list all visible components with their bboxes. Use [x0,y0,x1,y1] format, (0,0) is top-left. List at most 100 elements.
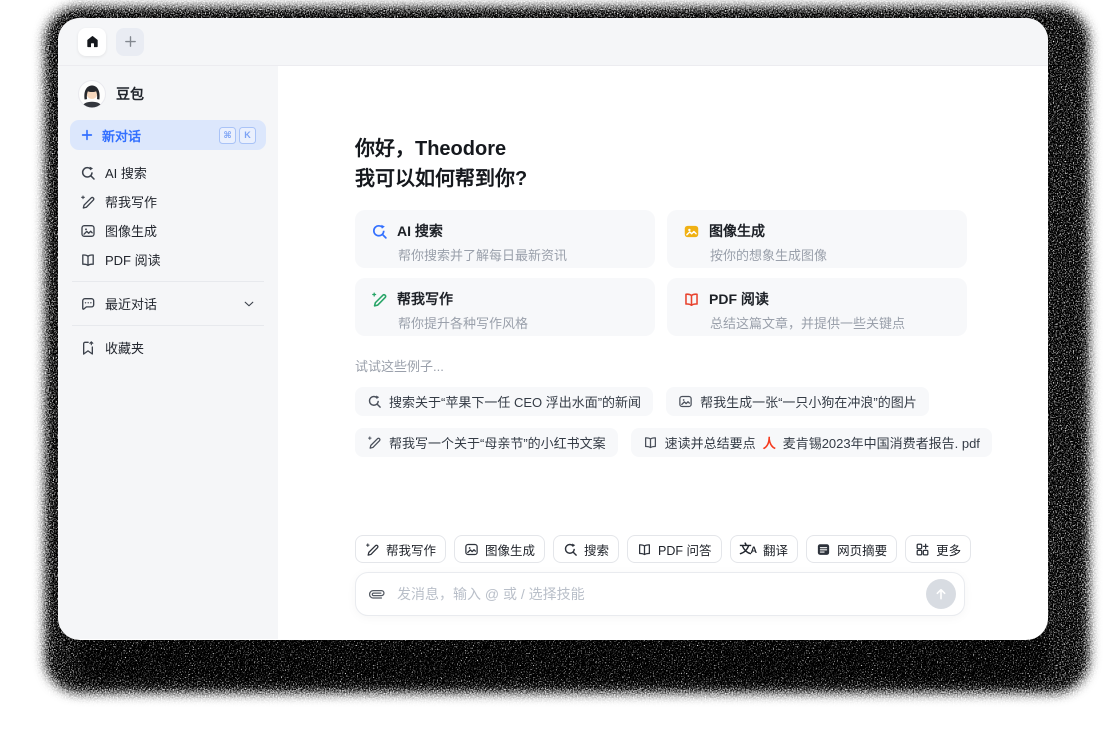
greeting-line1: 你好，Theodore [355,138,507,160]
example-text: 搜索关于“苹果下一任 CEO 浮出水面”的新闻 [389,395,642,410]
example-attachment: 麦肯锡2023年中国消费者报告. pdf [782,436,980,451]
search-icon [367,394,382,409]
example-text: 帮我生成一张“一只小狗在冲浪”的图片 [700,395,917,410]
more-apps-icon [915,542,930,557]
skill-more[interactable]: 更多 [905,535,972,563]
image-icon [80,223,96,239]
feature-cards: AI 搜索 帮你搜索并了解每日最新资讯 图像生成 按你的想象生成图像 帮我写作 … [355,210,967,336]
cmd-key-badge: ⌘ [219,126,236,144]
sidebar-item-label: 收藏夹 [105,341,145,356]
sidebar-item-label: PDF 阅读 [105,253,161,268]
card-title: AI 搜索 [397,223,443,239]
tab-bar [58,18,1048,66]
card-ai-search[interactable]: AI 搜索 帮你搜索并了解每日最新资讯 [355,210,655,268]
skill-label: 更多 [936,543,962,558]
card-writing[interactable]: 帮我写作 帮你提升各种写作风格 [355,278,655,336]
pen-icon [365,542,380,557]
card-pdf-reading[interactable]: PDF 阅读 总结这篇文章，并提供一些关键点 [667,278,967,336]
greeting-line2: 我可以如何帮到你? [355,168,528,190]
card-image-gen[interactable]: 图像生成 按你的想象生成图像 [667,210,967,268]
skill-translate[interactable]: 文A 翻译 [729,535,799,563]
sidebar-item-recent[interactable]: 最近对话 [70,289,266,318]
card-desc: 按你的想象生成图像 [710,248,828,263]
sidebar-item-writing[interactable]: 帮我写作 [70,187,266,216]
profile[interactable]: 豆包 [70,76,266,120]
new-tab-button[interactable] [116,27,144,56]
plus-icon [80,128,94,142]
chevron-down-icon[interactable] [242,297,256,311]
main-area: 你好，Theodore 我可以如何帮到你? AI 搜索 帮你搜索并了解每日最新资… [278,66,1048,639]
sidebar-item-image-gen[interactable]: 图像生成 [70,216,266,245]
examples-label: 试试这些例子... [355,359,444,374]
card-title: 图像生成 [709,223,765,239]
avatar [78,80,106,108]
pen-icon [80,194,96,210]
k-key-badge: K [239,126,256,144]
skill-label: 帮我写作 [386,543,437,558]
sidebar-item-label: 最近对话 [105,297,158,312]
translate-icon: 文A [739,542,758,556]
send-button[interactable] [926,579,956,609]
sidebar-item-pdf[interactable]: PDF 阅读 [70,245,266,274]
image-icon [678,394,693,409]
home-tab[interactable] [78,27,106,56]
skill-label: 图像生成 [485,543,536,558]
book-icon [683,291,700,308]
sidebar-item-favorites[interactable]: 收藏夹 [70,333,266,362]
card-desc: 帮你提升各种写作风格 [398,316,529,331]
example-chip-image[interactable]: 帮我生成一张“一只小狗在冲浪”的图片 [666,387,929,416]
example-text: 速读并总结要点 [664,436,756,451]
example-text: 帮我写一个关于“母亲节”的小红书文案 [389,436,606,451]
search-icon [563,542,578,557]
home-icon [85,34,100,49]
example-chip-pdf[interactable]: 速读并总结要点 人 麦肯锡2023年中国消费者报告. pdf [630,428,992,457]
example-row-2: 帮我写一个关于“母亲节”的小红书文案 速读并总结要点 人 麦肯锡2023年中国消… [355,428,992,457]
skill-label: 搜索 [584,543,610,558]
skill-search[interactable]: 搜索 [553,535,620,563]
arrow-up-icon [933,586,949,602]
sidebar: 豆包 新对话 ⌘ K AI 搜索 帮我写作 图像生成 PDF 阅读 最近对话 收… [58,66,278,639]
image-icon [464,542,479,557]
sidebar-divider [72,281,264,282]
example-row-1: 搜索关于“苹果下一任 CEO 浮出水面”的新闻 帮我生成一张“一只小狗在冲浪”的… [355,387,967,416]
card-title: 帮我写作 [397,291,453,307]
image-icon [683,223,700,240]
new-chat-button[interactable]: 新对话 ⌘ K [70,120,266,150]
message-input-bar [355,572,965,616]
skill-label: PDF 问答 [658,543,712,558]
skill-web-summary[interactable]: 网页摘要 [806,535,898,563]
composer: 帮我写作 图像生成 搜索 PDF 问答 文 A 翻译 网页摘要 更多 发消息，输… [355,535,972,639]
pen-icon [371,291,388,308]
sidebar-item-label: AI 搜索 [105,166,147,181]
search-icon [371,223,388,240]
card-desc: 总结这篇文章，并提供一些关键点 [710,316,906,331]
search-icon [80,165,96,181]
sidebar-item-label: 帮我写作 [105,195,158,210]
skill-writing[interactable]: 帮我写作 [355,535,447,563]
book-icon [637,542,652,557]
sidebar-divider [72,325,264,326]
pen-icon [367,435,382,450]
card-title: PDF 阅读 [709,291,769,307]
profile-name: 豆包 [116,86,144,102]
bookmark-icon [80,340,96,356]
message-input[interactable] [395,585,926,603]
example-chip-writing[interactable]: 帮我写一个关于“母亲节”的小红书文案 [355,428,618,457]
skill-label: 翻译 [763,543,789,558]
paperclip-icon[interactable] [369,586,385,602]
card-desc: 帮你搜索并了解每日最新资讯 [398,248,568,263]
book-icon [80,252,96,268]
skill-image-gen[interactable]: 图像生成 [454,535,546,563]
skill-pdf-qa[interactable]: PDF 问答 [627,535,722,563]
sidebar-item-ai-search[interactable]: AI 搜索 [70,158,266,187]
pdf-file-icon: 人 [762,436,776,451]
shortcut-badges: ⌘ K [219,126,256,144]
example-chip-search[interactable]: 搜索关于“苹果下一任 CEO 浮出水面”的新闻 [355,387,654,416]
skill-label: 网页摘要 [837,543,888,558]
chat-bubble-icon [80,296,96,312]
new-chat-label: 新对话 [102,128,142,144]
plus-icon [123,34,138,49]
webpage-icon [816,542,831,557]
skill-bar: 帮我写作 图像生成 搜索 PDF 问答 文 A 翻译 网页摘要 更多 [355,535,972,563]
sidebar-item-label: 图像生成 [105,224,158,239]
